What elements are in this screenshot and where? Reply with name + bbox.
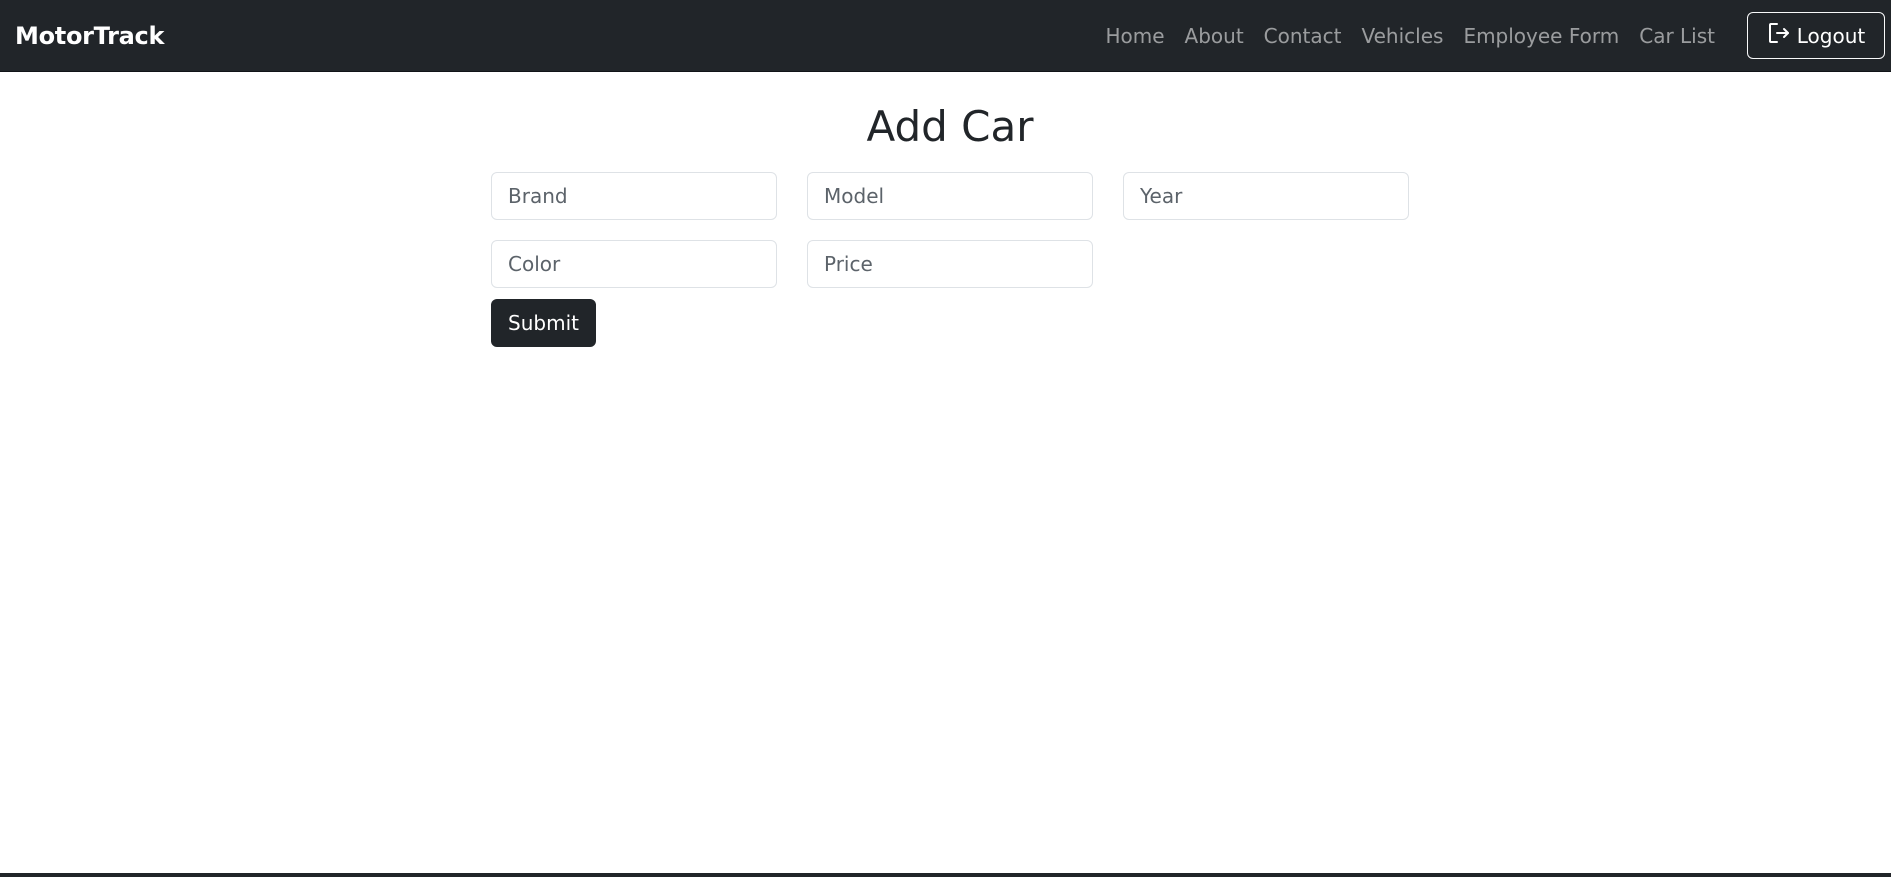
nav-link-car-list[interactable]: Car List [1639, 20, 1715, 52]
nav-links: Home About Contact Vehicles Employee For… [1085, 20, 1715, 52]
logout-icon [1767, 21, 1797, 50]
submit-button[interactable]: Submit [491, 299, 596, 347]
logout-button[interactable]: Logout [1747, 12, 1885, 59]
page-title: Add Car [866, 102, 1034, 151]
navbar: MotorTrack Home About Contact Vehicles E… [0, 0, 1891, 72]
nav-link-contact[interactable]: Contact [1264, 20, 1342, 52]
color-input[interactable] [491, 240, 777, 288]
nav-link-home[interactable]: Home [1105, 20, 1164, 52]
nav-link-employee-form[interactable]: Employee Form [1463, 20, 1619, 52]
nav-link-vehicles[interactable]: Vehicles [1361, 20, 1443, 52]
model-input[interactable] [807, 172, 1093, 220]
price-input[interactable] [807, 240, 1093, 288]
nav-link-about[interactable]: About [1185, 20, 1244, 52]
bottom-border [0, 873, 1891, 877]
brand-input[interactable] [491, 172, 777, 220]
year-input[interactable] [1123, 172, 1409, 220]
brand-logo[interactable]: MotorTrack [15, 20, 164, 52]
logout-label: Logout [1796, 23, 1866, 48]
